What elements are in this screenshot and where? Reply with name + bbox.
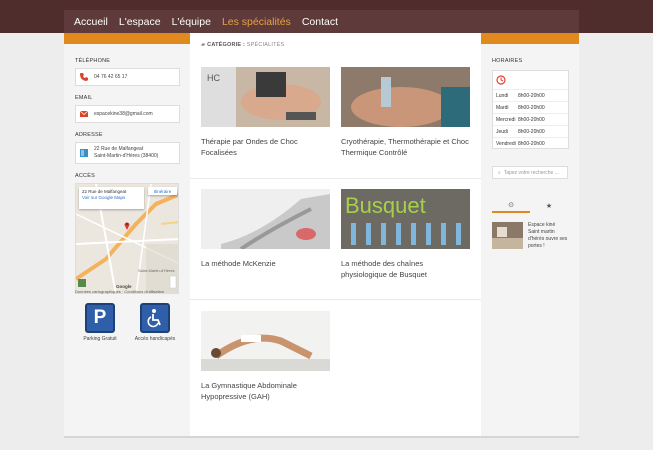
svg-text:Busquet: Busquet <box>345 193 426 218</box>
post-title[interactable]: La méthode McKenzie <box>201 258 330 269</box>
star-tab-icon[interactable]: ★ <box>530 198 568 213</box>
post-thumbnail-cryo[interactable] <box>341 67 470 127</box>
access-label: ACCÈS <box>75 173 95 179</box>
search-placeholder: Tapez votre recherche ... <box>503 169 559 176</box>
search-icon: ⌕ <box>498 169 501 176</box>
hours-row: Vendredi 8h00-20h00 <box>493 137 568 149</box>
phone-icon <box>80 73 88 81</box>
nav-item-espace[interactable]: L'espace <box>119 16 161 28</box>
address-line1: 22 Rue de Malfangeat <box>94 146 144 152</box>
map-town: Saint-Martin-d'Hères <box>138 268 175 273</box>
hours-table: Lundi 8h00-20h00 Mardi 8h00-20h00 Mercredi… <box>492 70 569 149</box>
clock-icon <box>496 75 506 85</box>
nav-item-equipe[interactable]: L'équipe <box>172 16 211 28</box>
row-divider <box>190 178 481 179</box>
recent-post[interactable]: Espace kiné Saint martin d'hérès ouvre s… <box>492 222 568 250</box>
breadcrumb-current[interactable]: SPÉCIALITÉS <box>247 42 285 48</box>
map-pin-icon <box>124 222 130 230</box>
hours-row: Mardi 8h00-20h00 <box>493 101 568 113</box>
google-map[interactable]: 22 Rue de Malfangeat Voir sur Google Map… <box>75 183 179 294</box>
post-thumbnail-shockwave[interactable]: HC <box>201 67 330 127</box>
map-info-card: 22 Rue de Malfangeat Voir sur Google Map… <box>79 187 144 209</box>
hours-row: Lundi 8h00-20h00 <box>493 89 568 101</box>
post-title[interactable]: La méthode des chaînes physiologique de … <box>341 258 470 280</box>
breadcrumb-prefix: CATÉGORIE : <box>207 42 246 48</box>
map-footer: Données cartographiques · Conditions d'u… <box>75 289 165 294</box>
email-value: espacekine38@gmail.com <box>94 111 153 117</box>
recent-post-title[interactable]: Espace kiné Saint martin d'hérès ouvre s… <box>523 222 568 250</box>
phone-value: 04 76 42 65 17 <box>94 74 128 80</box>
wheelchair-icon <box>140 303 170 333</box>
post-thumbnail-mckenzie[interactable] <box>201 189 330 249</box>
breadcrumb: ▰ CATÉGORIE : SPÉCIALITÉS <box>201 42 284 48</box>
parking-label: Parking Gratuit <box>83 336 117 342</box>
phone-box[interactable]: 04 76 42 65 17 <box>75 68 180 86</box>
sidebar-contact: TÉLÉPHONE 04 76 42 65 17 EMAIL espacekin… <box>64 44 190 436</box>
map-book-icon <box>80 149 88 157</box>
page-bottom-edge <box>64 436 579 438</box>
email-label: EMAIL <box>75 95 93 101</box>
row-divider <box>190 299 481 300</box>
post-title[interactable]: Thérapie par Ondes de Choc Focalisées <box>201 136 330 158</box>
folder-icon: ▰ <box>201 42 206 48</box>
map-card-link[interactable]: Voir sur Google Maps <box>82 195 141 201</box>
post-card[interactable]: Busquet La méthode des chaînes physiolog… <box>341 189 470 280</box>
access-badge-label: Accès handicapés <box>134 336 176 342</box>
address-line2: Saint-Martin-d'Hères (38400) <box>94 153 159 159</box>
svg-text:HC: HC <box>207 73 220 83</box>
phone-label: TÉLÉPHONE <box>75 58 111 64</box>
post-card[interactable]: Cryothérapie, Thermothérapie et Choc The… <box>341 67 470 158</box>
post-thumbnail-gah[interactable] <box>201 311 330 371</box>
left-accent-bar <box>64 33 190 44</box>
main-content: ▰ CATÉGORIE : SPÉCIALITÉS HC Thérapie pa… <box>190 33 481 436</box>
hours-row: Jeudi 8h00-20h00 <box>493 125 568 137</box>
sidebar-widgets: HORAIRES Lundi 8h00-20h00 Mardi 8h00-20h00… <box>481 44 579 436</box>
nav-item-accueil[interactable]: Accueil <box>74 16 108 28</box>
search-input[interactable]: ⌕ Tapez votre recherche ... <box>492 166 568 179</box>
hours-row: Mercredi 8h00-20h00 <box>493 113 568 125</box>
recent-post-thumbnail[interactable] <box>492 222 523 249</box>
post-card[interactable]: HC Thérapie par Ondes de Choc Focalisées <box>201 67 330 158</box>
nav-item-contact[interactable]: Contact <box>302 16 338 28</box>
post-title[interactable]: Cryothérapie, Thermothérapie et Choc The… <box>341 136 470 158</box>
mail-icon <box>79 110 89 117</box>
right-accent-bar <box>481 33 579 44</box>
main-nav: Accueil L'espace L'équipe Les spécialité… <box>64 10 579 33</box>
email-box[interactable]: espacekine38@gmail.com <box>75 105 180 123</box>
parking-icon: P <box>85 303 115 333</box>
widget-tabs: ⊙ ★ <box>492 198 568 213</box>
post-title[interactable]: La Gymnastique Abdominale Hypopressive (… <box>201 380 330 402</box>
post-card[interactable]: La méthode McKenzie <box>201 189 330 269</box>
address-box[interactable]: 22 Rue de Malfangeat Saint-Martin-d'Hère… <box>75 142 180 164</box>
directions-button[interactable]: Itinéraire <box>148 187 177 195</box>
hours-label: HORAIRES <box>492 58 523 64</box>
post-card[interactable]: La Gymnastique Abdominale Hypopressive (… <box>201 311 330 402</box>
nav-item-specialites[interactable]: Les spécialités <box>222 16 291 28</box>
address-label: ADRESSE <box>75 132 103 138</box>
clock-tab-icon[interactable]: ⊙ <box>492 198 530 213</box>
post-thumbnail-busquet[interactable]: Busquet <box>341 189 470 249</box>
